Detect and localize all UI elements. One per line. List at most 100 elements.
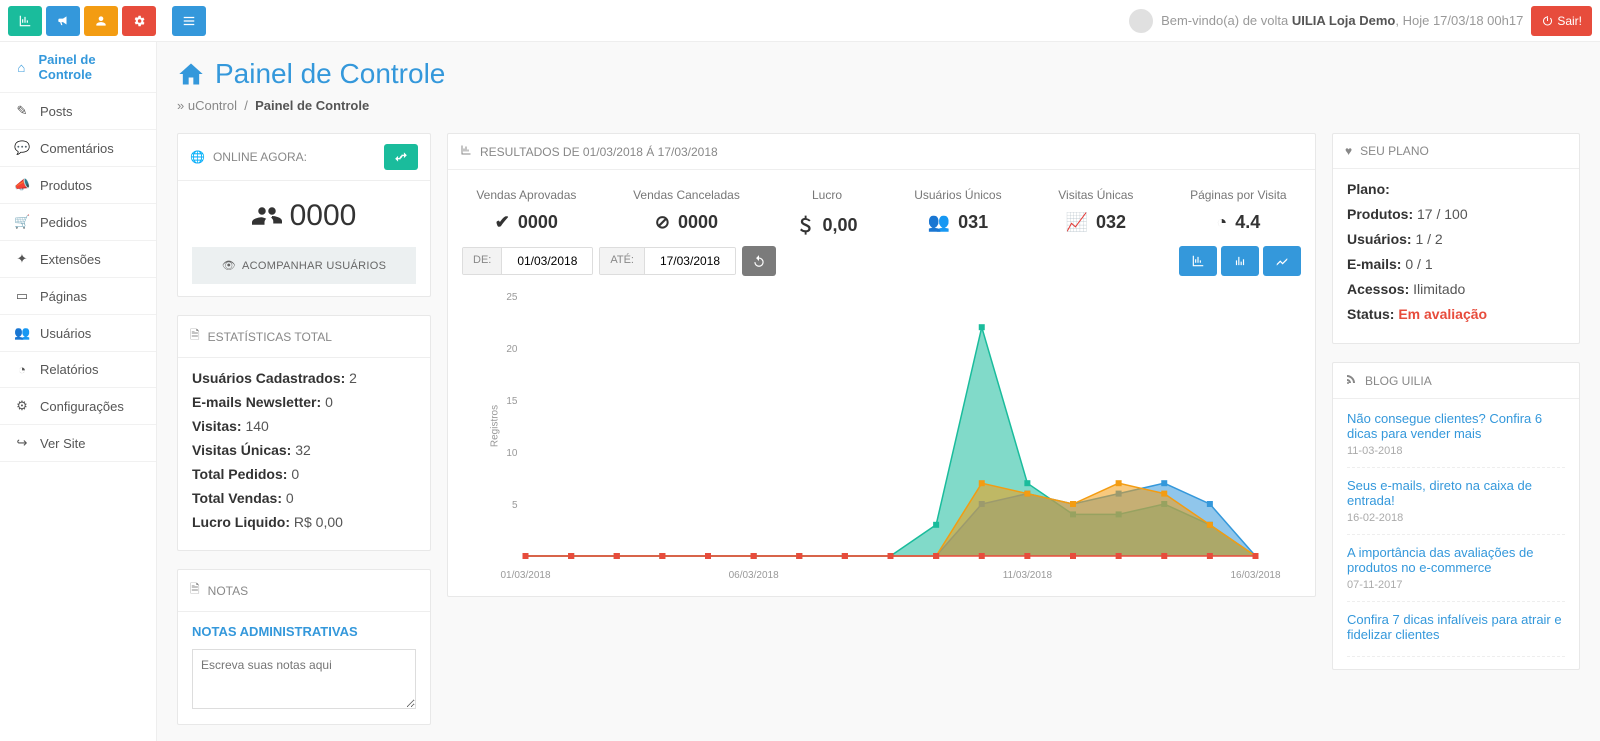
- svg-text:25: 25: [506, 292, 518, 303]
- svg-text:5: 5: [512, 500, 518, 511]
- globe-icon: 🌐: [190, 150, 205, 164]
- shortcut-list-button[interactable]: [172, 6, 206, 36]
- check-icon: ✔: [495, 212, 510, 233]
- heart-icon: ♥: [1345, 144, 1352, 158]
- svg-text:16/03/2018: 16/03/2018: [1230, 570, 1280, 581]
- notes-textarea[interactable]: [192, 649, 416, 709]
- results-panel: RESULTADOS DE 01/03/2018 Á 17/03/2018 Ve…: [447, 133, 1316, 597]
- line-chart-icon: 📈: [1066, 212, 1088, 233]
- plan-title: SEU PLANO: [1360, 144, 1429, 158]
- sidebar-item-relatorios[interactable]: ◔Relatórios: [0, 352, 156, 387]
- comment-icon: 💬: [14, 140, 30, 156]
- rss-icon: [1345, 373, 1357, 388]
- date-from-group: DE:: [462, 247, 593, 275]
- welcome-area: Bem-vindo(a) de volta UILIA Loja Demo, H…: [1129, 6, 1592, 36]
- sidebar-item-ver-site[interactable]: ↪Ver Site: [0, 425, 156, 461]
- blog-item: Não consegue clientes? Confira 6 dicas p…: [1347, 411, 1565, 468]
- refresh-online-button[interactable]: [384, 144, 418, 170]
- svg-text:10: 10: [506, 448, 518, 459]
- chart-type-bars2-button[interactable]: [1221, 246, 1259, 276]
- pin-icon: ✎: [14, 103, 30, 119]
- blog-link[interactable]: Confira 7 dicas infalíveis para atrair e…: [1347, 612, 1562, 642]
- chart-icon: [460, 144, 472, 159]
- gear-icon: ⚙: [14, 398, 30, 414]
- sidebar-item-posts[interactable]: ✎Posts: [0, 93, 156, 129]
- online-title: ONLINE AGORA:: [213, 150, 307, 164]
- welcome-text: Bem-vindo(a) de volta UILIA Loja Demo, H…: [1161, 13, 1523, 28]
- svg-text:Registros: Registros: [490, 405, 501, 447]
- avatar: [1129, 9, 1153, 33]
- blog-link[interactable]: Não consegue clientes? Confira 6 dicas p…: [1347, 411, 1542, 441]
- card-vendas-aprovadas: Vendas Aprovadas ✔0000: [476, 188, 576, 238]
- puzzle-icon: ✦: [14, 251, 30, 267]
- share-icon: ↪: [14, 435, 30, 451]
- pie-icon-sm: ◔: [1216, 212, 1227, 233]
- breadcrumb: » uControl / Painel de Controle: [177, 98, 1580, 113]
- date-to-group: ATÉ:: [599, 247, 736, 275]
- logout-button[interactable]: Sair!: [1531, 6, 1592, 36]
- svg-text:01/03/2018: 01/03/2018: [500, 570, 550, 581]
- page-icon: ▭: [14, 288, 30, 304]
- chart-type-line-button[interactable]: [1263, 246, 1301, 276]
- home-large-icon: [177, 60, 205, 88]
- blog-title: BLOG UILIA: [1365, 374, 1432, 388]
- shortcut-group-1: [8, 6, 156, 36]
- card-paginas-visita: Páginas por Visita ◔4.4: [1190, 188, 1287, 238]
- shortcut-user-button[interactable]: [84, 6, 118, 36]
- svg-text:20: 20: [506, 344, 518, 355]
- notes-panel: 🗎 NOTAS NOTAS ADMINISTRATIVAS: [177, 569, 431, 725]
- date-to-input[interactable]: [645, 248, 735, 274]
- sidebar-item-usuarios[interactable]: 👥Usuários: [0, 315, 156, 351]
- page-title: Painel de Controle: [177, 58, 1580, 90]
- online-count: 0000: [192, 193, 416, 247]
- stats-panel: 🗎 ESTATÍSTICAS TOTAL Usuários Cadastrado…: [177, 315, 431, 551]
- sidebar-item-paginas[interactable]: ▭Páginas: [0, 278, 156, 314]
- users-icon: 👥: [14, 325, 30, 341]
- sidebar-item-produtos[interactable]: 📣Produtos: [0, 167, 156, 203]
- home-icon: ⌂: [14, 60, 29, 75]
- card-lucro: Lucro ＄0,00: [797, 188, 858, 238]
- file-icon: 🗎: [190, 326, 200, 347]
- blog-link[interactable]: Seus e-mails, direto na caixa de entrada…: [1347, 478, 1532, 508]
- blog-date: 16-02-2018: [1347, 512, 1565, 524]
- dollar-icon: ＄: [797, 212, 815, 238]
- shortcut-bullhorn-button[interactable]: [46, 6, 80, 36]
- blog-item: Confira 7 dicas infalíveis para atrair e…: [1347, 602, 1565, 657]
- note-icon: 🗎: [190, 580, 200, 601]
- chart-type-bar-button[interactable]: [1179, 246, 1217, 276]
- card-visitas-unicas: Visitas Únicas 📈032: [1058, 188, 1133, 238]
- cart-icon: 🛒: [14, 214, 30, 230]
- follow-users-button[interactable]: 👁 ACOMPANHAR USUÁRIOS: [192, 247, 416, 284]
- blog-item: A importância das avaliações de produtos…: [1347, 535, 1565, 602]
- results-chart: 5 10 15 20 25 Registros 01/03/2018 06/03/2018 11…: [454, 286, 1297, 586]
- sidebar-item-painel[interactable]: ⌂Painel de Controle: [0, 42, 156, 92]
- shortcut-chart-button[interactable]: [8, 6, 42, 36]
- blog-panel: BLOG UILIA Não consegue clientes? Confir…: [1332, 362, 1580, 670]
- plan-panel: ♥ SEU PLANO Plano: Produtos: 17 / 100 Us…: [1332, 133, 1580, 344]
- blog-date: 11-03-2018: [1347, 445, 1565, 457]
- eye-icon: 👁: [222, 259, 236, 272]
- card-usuarios-unicos: Usuários Únicos 👥031: [914, 188, 1001, 238]
- blog-link[interactable]: A importância das avaliações de produtos…: [1347, 545, 1533, 575]
- date-from-input[interactable]: [502, 248, 592, 274]
- blog-date: 07-11-2017: [1347, 579, 1565, 591]
- sidebar-item-configuracoes[interactable]: ⚙Configurações: [0, 388, 156, 424]
- stats-title: ESTATÍSTICAS TOTAL: [208, 330, 332, 344]
- topbar: Bem-vindo(a) de volta UILIA Loja Demo, H…: [0, 0, 1600, 42]
- svg-text:11/03/2018: 11/03/2018: [1003, 570, 1053, 581]
- users-large-icon: [252, 201, 282, 231]
- bullhorn-icon: 📣: [14, 177, 30, 193]
- notes-subtitle: NOTAS ADMINISTRATIVAS: [192, 624, 416, 639]
- sidebar-item-pedidos[interactable]: 🛒Pedidos: [0, 204, 156, 240]
- results-title: RESULTADOS DE 01/03/2018 Á 17/03/2018: [480, 145, 718, 159]
- sidebar-item-extensoes[interactable]: ✦Extensões: [0, 241, 156, 277]
- sidebar-item-comentarios[interactable]: 💬Comentários: [0, 130, 156, 166]
- svg-text:06/03/2018: 06/03/2018: [729, 570, 779, 581]
- pie-icon: ◔: [14, 362, 30, 377]
- cancel-icon: ⊘: [655, 212, 670, 233]
- notes-title: NOTAS: [208, 584, 248, 598]
- reload-button[interactable]: [742, 246, 776, 276]
- shortcut-gear-button[interactable]: [122, 6, 156, 36]
- svg-text:15: 15: [506, 396, 518, 407]
- sidebar: ⌂Painel de Controle ✎Posts 💬Comentários …: [0, 42, 157, 741]
